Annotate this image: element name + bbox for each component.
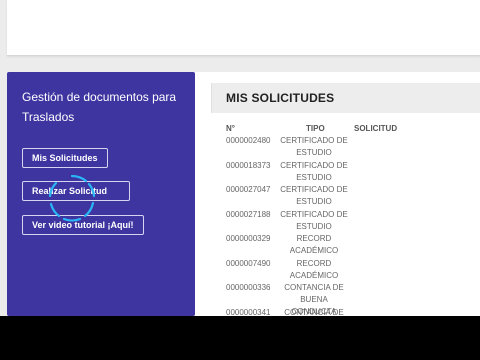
table-row[interactable]: 0000000341 CONTANCIA DE (195, 306, 480, 316)
request-type: CERTIFICADO DE ESTUDIO (280, 185, 348, 206)
make-request-button[interactable]: Realizar Solicitud (22, 181, 131, 201)
request-type: CONTANCIA DE (284, 308, 344, 316)
request-number: 0000000336 (226, 283, 271, 292)
request-type: CERTIFICADO DE ESTUDIO (280, 136, 348, 157)
request-number: 0000007490 (226, 259, 271, 268)
panel-title: MIS SOLICITUDES (226, 91, 335, 105)
table-row[interactable]: 0000002480 CERTIFICADO DE ESTUDIO (195, 134, 480, 159)
request-number: 0000027188 (226, 210, 271, 219)
request-number: 0000002480 (226, 136, 271, 145)
column-header-type: TIPO (306, 124, 325, 133)
video-tutorial-button[interactable]: Ver video tutorial ¡Aquí! (22, 215, 144, 235)
table-row[interactable]: 0000027047 CERTIFICADO DE ESTUDIO (195, 183, 480, 208)
sidebar: Gestión de documentos para Traslados Mis… (7, 72, 195, 316)
request-type: CERTIFICADO DE ESTUDIO (280, 161, 348, 182)
column-header-request: SOLICITUD (354, 124, 398, 133)
request-number: 0000027047 (226, 185, 271, 194)
request-number: 0000000341 (226, 308, 271, 316)
sidebar-title: Gestión de documentos para Traslados (22, 90, 177, 124)
table-row[interactable]: 0000000329 RECORD ACADÉMICO (195, 232, 480, 257)
table-row[interactable]: 0000007490 RECORD ACADÉMICO (195, 257, 480, 282)
request-number: 0000018373 (226, 161, 271, 170)
request-number: 0000000329 (226, 234, 271, 243)
table-row[interactable]: 0000000336 CONTANCIA DE BUENA CONDUCTA (195, 281, 480, 316)
requests-panel: MIS SOLICITUDES N° TIPO SOLICITUD 000000… (195, 72, 480, 316)
request-type: CERTIFICADO DE ESTUDIO (280, 210, 348, 231)
request-type: RECORD ACADÉMICO (289, 234, 339, 255)
table-row[interactable]: 0000027188 CERTIFICADO DE ESTUDIO (195, 208, 480, 233)
table-row[interactable]: 0000018373 CERTIFICADO DE ESTUDIO (195, 159, 480, 184)
column-header-number: N° (226, 124, 235, 133)
request-type: RECORD ACADÉMICO (289, 259, 339, 280)
top-card (7, 0, 480, 56)
panel-header: MIS SOLICITUDES (211, 83, 480, 113)
my-requests-button[interactable]: Mis Solicitudes (22, 148, 108, 168)
bottom-bar (0, 316, 480, 360)
